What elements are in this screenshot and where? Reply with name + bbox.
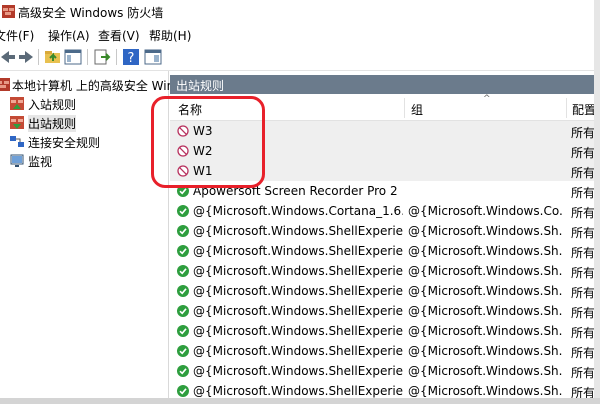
rule-group-cell: @{Microsoft.Windows.Sh... <box>408 244 563 258</box>
rule-name-cell: @{Microsoft.Windows.Cortana_1.6.1.... <box>193 204 403 218</box>
table-row[interactable]: @{Microsoft.Windows.ShellExperienc... @{M… <box>170 241 600 261</box>
firewall-root-icon <box>0 78 10 91</box>
rule-name-cell: @{Microsoft.Windows.ShellExperienc... <box>193 364 403 378</box>
column-group[interactable]: 组 <box>411 101 423 118</box>
rule-group-cell: @{Microsoft.Windows.Sh... <box>408 384 563 398</box>
rule-name-cell: @{Microsoft.Windows.ShellExperienc... <box>193 224 403 238</box>
back-arrow-icon[interactable] <box>0 48 17 66</box>
menu-file[interactable]: 文件(F) <box>0 27 34 44</box>
rule-group-cell: @{Microsoft.Windows.Sh... <box>408 304 563 318</box>
table-row[interactable]: @{Microsoft.Windows.ShellExperienc... @{M… <box>170 281 600 301</box>
inbound-rules-icon <box>10 97 24 110</box>
tree-item-label: 出站规则 <box>28 115 77 132</box>
rule-group-cell: @{Microsoft.Windows.Sh... <box>408 324 563 338</box>
toolbar: ? <box>0 44 600 71</box>
pane-header: 出站规则 <box>170 75 600 94</box>
table-row[interactable]: @{Microsoft.Windows.ShellExperienc... @{M… <box>170 261 600 281</box>
rule-enabled-icon <box>177 225 189 237</box>
rule-name-cell: @{Microsoft.Windows.ShellExperienc... <box>193 244 403 258</box>
rule-group-cell: @{Microsoft.Windows.Sh... <box>408 264 563 278</box>
rule-enabled-icon <box>177 265 189 277</box>
tree-item-label: 入站规则 <box>28 98 77 112</box>
rule-enabled-icon <box>177 325 189 337</box>
table-row[interactable]: @{Microsoft.Windows.ShellExperienc... @{M… <box>170 221 600 241</box>
rule-group-cell: @{Microsoft.Windows.Sh... <box>408 344 563 358</box>
menu-view[interactable]: 查看(V) <box>98 27 140 44</box>
rule-group-cell: @{Microsoft.Windows.Sh... <box>408 224 563 238</box>
rule-name-cell: @{Microsoft.Windows.ShellExperienc... <box>193 344 403 358</box>
firewall-app-icon <box>2 5 15 18</box>
rule-enabled-icon <box>177 365 189 377</box>
title-bar: 高级安全 Windows 防火墙 <box>0 0 600 24</box>
svg-text:?: ? <box>128 51 135 66</box>
action-pane-icon[interactable] <box>144 48 162 66</box>
rule-name-cell: @{Microsoft.Windows.ShellExperienc... <box>193 304 403 318</box>
sort-ascending-icon: ^ <box>483 94 491 104</box>
rule-enabled-icon <box>177 245 189 257</box>
rule-enabled-icon <box>177 305 189 317</box>
tree-item-label: 监视 <box>28 155 53 169</box>
rule-group-cell: @{Microsoft.Windows.Co... <box>408 204 563 218</box>
window-bottom-edge <box>0 398 600 404</box>
menu-bar: 文件(F) 操作(A) 查看(V) 帮助(H) <box>0 24 600 44</box>
table-row[interactable]: @{Microsoft.Windows.ShellExperienc... @{M… <box>170 301 600 321</box>
column-divider[interactable] <box>566 98 567 118</box>
rule-enabled-icon <box>177 285 189 297</box>
connection-security-icon <box>10 136 24 147</box>
window-title: 高级安全 Windows 防火墙 <box>18 6 164 20</box>
rule-name-cell: @{Microsoft.Windows.ShellExperienc... <box>193 284 403 298</box>
rule-enabled-icon <box>177 205 189 217</box>
toolbar-separator <box>87 49 88 65</box>
rule-group-cell: @{Microsoft.Windows.Sh... <box>408 284 563 298</box>
pane-title: 出站规则 <box>176 79 225 93</box>
up-folder-icon[interactable] <box>44 48 62 66</box>
toolbar-separator <box>38 49 39 65</box>
table-row[interactable]: @{Microsoft.Windows.ShellExperienc... @{M… <box>170 341 600 361</box>
rule-name-cell: @{Microsoft.Windows.ShellExperienc... <box>193 384 403 398</box>
show-hide-tree-icon[interactable] <box>64 48 82 66</box>
menu-help[interactable]: 帮助(H) <box>149 27 191 44</box>
monitoring-icon <box>10 154 24 167</box>
toolbar-separator <box>116 49 117 65</box>
column-divider[interactable] <box>404 98 405 118</box>
table-row[interactable]: @{Microsoft.Windows.ShellExperienc... @{M… <box>170 321 600 341</box>
rule-enabled-icon <box>177 345 189 357</box>
rule-group-cell: @{Microsoft.Windows.Sh... <box>408 364 563 378</box>
red-highlight-annotation <box>151 96 265 188</box>
outbound-rules-icon <box>10 116 24 129</box>
export-icon[interactable] <box>93 48 111 66</box>
column-profile[interactable]: 配置 <box>572 101 596 118</box>
table-row[interactable]: @{Microsoft.Windows.ShellExperienc... @{M… <box>170 361 600 381</box>
navigation-tree: 本地计算机 上的高级安全 Windows 入站规则 出站规则 连接安全规则 监视 <box>0 71 205 404</box>
help-icon[interactable]: ? <box>122 48 140 66</box>
forward-arrow-icon[interactable] <box>17 48 35 66</box>
tree-item-label: 连接安全规则 <box>28 136 101 150</box>
menu-action[interactable]: 操作(A) <box>48 27 90 44</box>
table-row[interactable]: @{Microsoft.Windows.Cortana_1.6.1.... @{M… <box>170 201 600 221</box>
window-right-edge <box>594 0 600 404</box>
rule-name-cell: @{Microsoft.Windows.ShellExperienc... <box>193 324 403 338</box>
rule-enabled-icon <box>177 385 189 397</box>
rule-name-cell: @{Microsoft.Windows.ShellExperienc... <box>193 264 403 278</box>
